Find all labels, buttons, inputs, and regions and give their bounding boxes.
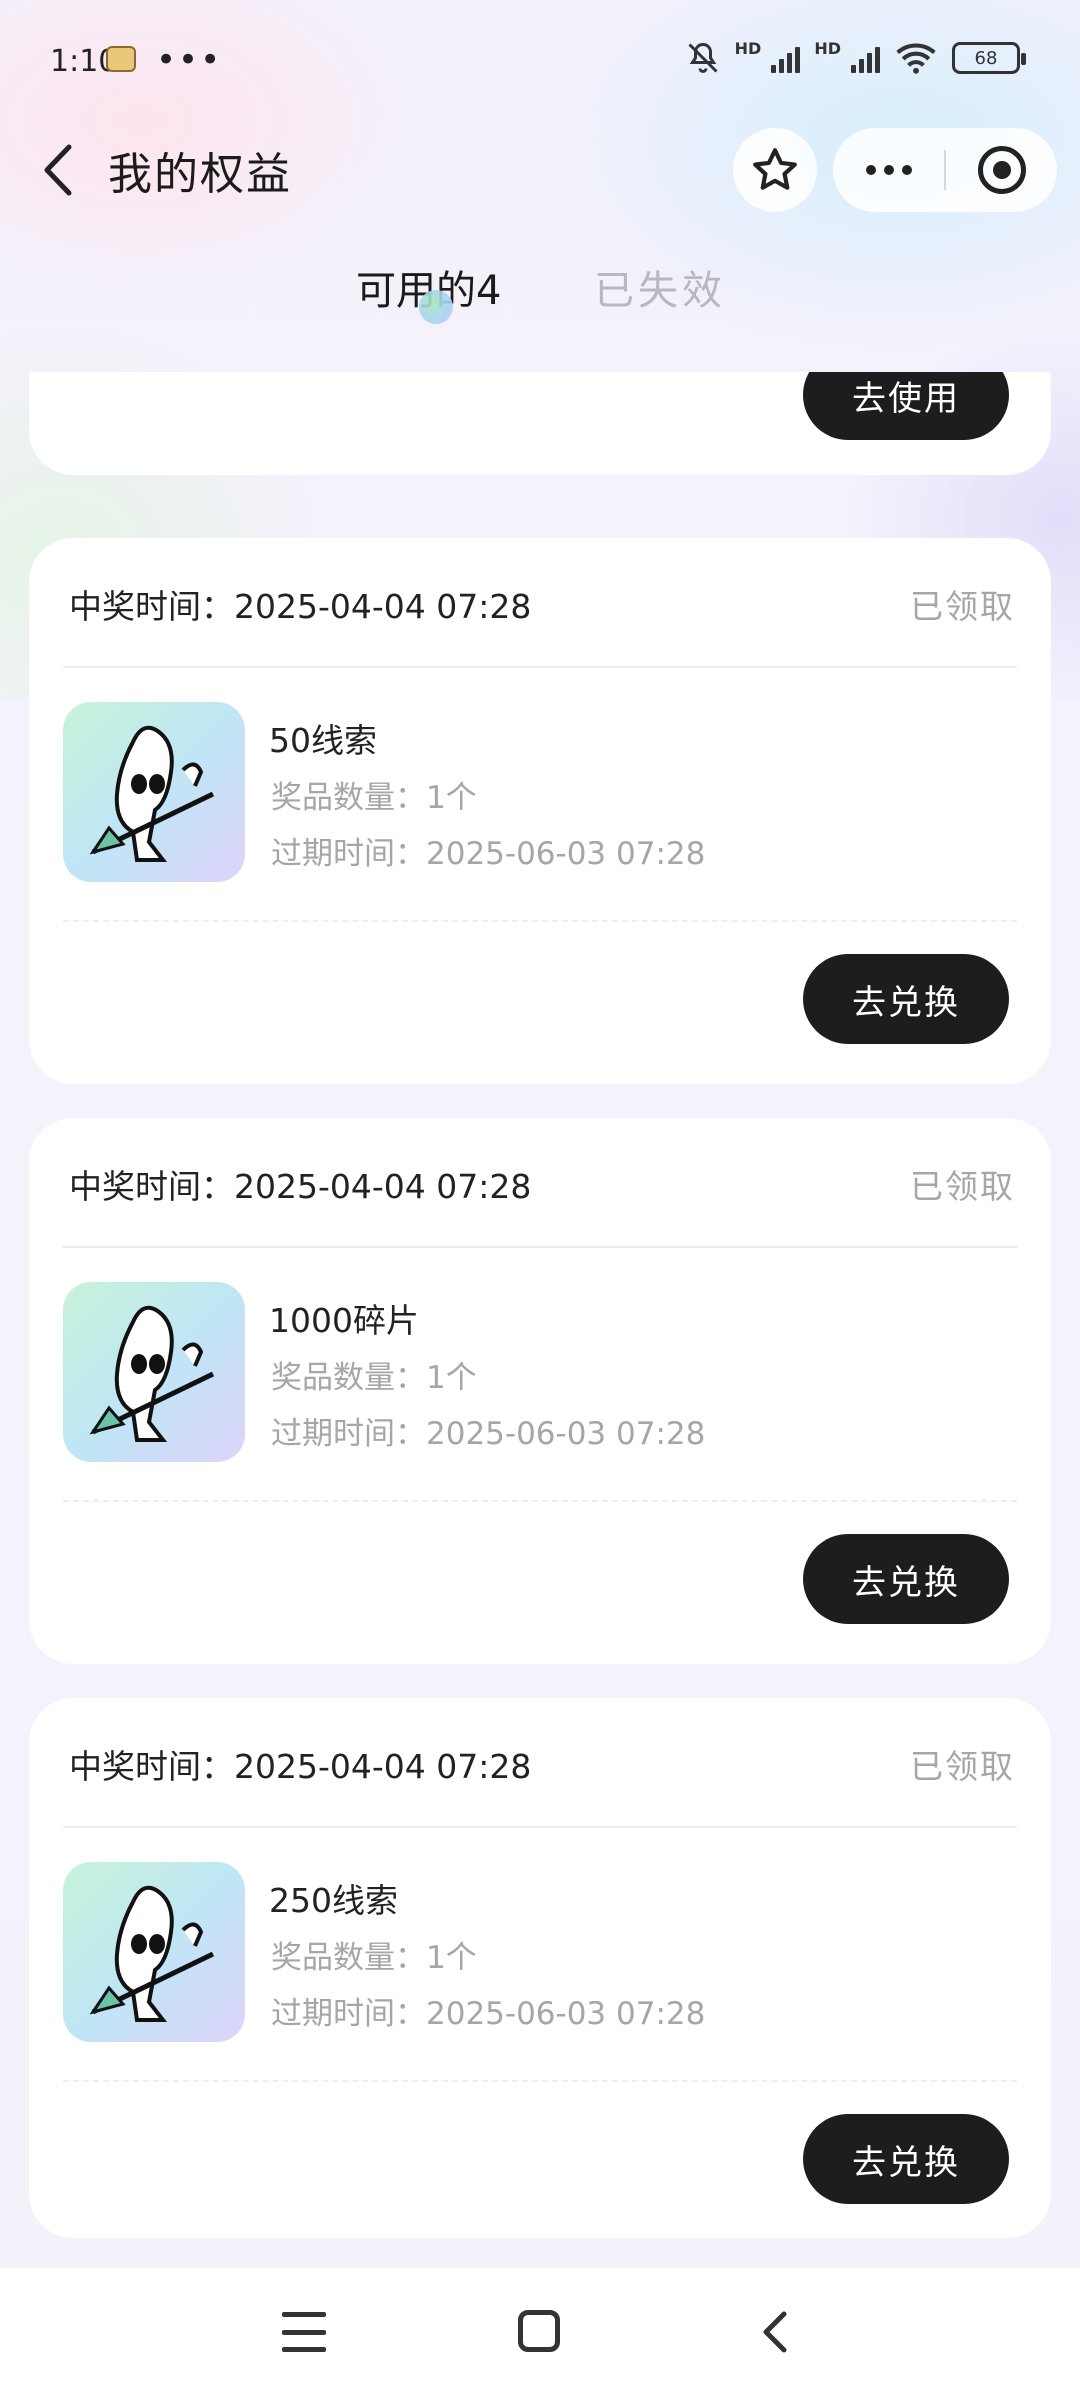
notification-app-icon	[106, 46, 136, 72]
status-more-dots: •••	[156, 40, 223, 80]
prize-expiry: 过期时间：2025-06-03 07:28	[271, 1416, 706, 1452]
card-header: 中奖时间：2025-04-04 07:28 已领取	[69, 1732, 1015, 1788]
claim-status: 已领取	[910, 1167, 1015, 1206]
benefits-list[interactable]: 去使用 中奖时间：2025-04-04 07:28 已领取 50线索 奖品数量：…	[0, 372, 1080, 2268]
favorite-button[interactable]	[733, 128, 817, 212]
signal-icon-1	[771, 43, 801, 73]
tab-active-indicator	[419, 290, 453, 324]
win-time: 中奖时间：2025-04-04 07:28	[69, 1167, 532, 1206]
prize-expiry: 过期时间：2025-06-03 07:28	[271, 836, 706, 872]
system-nav-bar	[0, 2268, 1080, 2400]
target-close-icon	[977, 146, 1026, 194]
chevron-left-icon	[44, 144, 72, 196]
prize-name: 50线索	[269, 721, 377, 760]
benefit-card: 中奖时间：2025-04-04 07:28 已领取 1000碎片 奖品数量：1个…	[29, 1118, 1051, 1664]
prize-image	[63, 1862, 245, 2042]
guitar-mascot-icon	[63, 702, 245, 882]
star-icon	[753, 148, 797, 190]
benefit-card: 中奖时间：2025-04-04 07:28 已领取 250线索 奖品数量：1个 …	[29, 1698, 1051, 2238]
benefit-card-partial: 去使用	[29, 372, 1051, 475]
status-indicators: HD HD 68	[685, 38, 1026, 76]
card-header: 中奖时间：2025-04-04 07:28 已领取	[69, 572, 1015, 628]
win-time: 中奖时间：2025-04-04 07:28	[69, 587, 532, 626]
prize-quantity: 奖品数量：1个	[271, 1940, 477, 1976]
tab-bar: 可用的4 已失效	[0, 250, 1080, 330]
prize-quantity: 奖品数量：1个	[271, 780, 477, 816]
prize-name: 250线索	[269, 1881, 398, 1920]
divider	[63, 1246, 1017, 1248]
more-dots-icon	[865, 165, 876, 175]
prize-quantity: 奖品数量：1个	[271, 1360, 477, 1396]
home-square-icon[interactable]	[518, 2310, 560, 2352]
tab-expired[interactable]: 已失效	[594, 258, 726, 316]
dashed-divider	[63, 1500, 1017, 1502]
close-button[interactable]	[946, 128, 1057, 212]
card-header: 中奖时间：2025-04-04 07:28 已领取	[69, 1152, 1015, 1208]
back-button[interactable]	[28, 140, 88, 200]
benefit-card: 中奖时间：2025-04-04 07:28 已领取 50线索 奖品数量：1个 过…	[29, 538, 1051, 1084]
mute-bell-icon	[688, 42, 718, 73]
back-chevron-icon[interactable]	[752, 2308, 800, 2356]
redeem-button[interactable]: 去兑换	[803, 2114, 1009, 2204]
prize-name: 1000碎片	[269, 1301, 419, 1340]
redeem-button[interactable]: 去兑换	[803, 954, 1009, 1044]
dashed-divider	[63, 920, 1017, 922]
mini-program-capsule	[833, 128, 1057, 212]
win-time: 中奖时间：2025-04-04 07:28	[69, 1747, 532, 1786]
use-button[interactable]: 去使用	[803, 372, 1009, 440]
redeem-button[interactable]: 去兑换	[803, 1534, 1009, 1624]
signal-icon-2	[851, 43, 880, 73]
guitar-mascot-icon	[63, 1862, 245, 2042]
prize-image	[63, 1282, 245, 1462]
header: 我的权益	[0, 120, 1080, 220]
prize-expiry: 过期时间：2025-06-03 07:28	[271, 1996, 706, 2032]
prize-image	[63, 702, 245, 882]
battery-level: 68	[974, 47, 998, 69]
hd-badge-1: HD	[734, 38, 762, 58]
battery-icon: 68	[952, 42, 1026, 74]
guitar-mascot-icon	[63, 1282, 245, 1462]
status-bar: 1:10 ••• HD HD 68	[0, 0, 1080, 120]
wifi-icon	[896, 43, 936, 74]
claim-status: 已领取	[910, 587, 1015, 626]
hd-badge-2: HD	[814, 38, 841, 58]
divider	[63, 1826, 1017, 1828]
dashed-divider	[63, 2080, 1017, 2082]
claim-status: 已领取	[910, 1747, 1015, 1786]
more-button[interactable]	[833, 128, 944, 212]
menu-icon[interactable]	[282, 2312, 326, 2352]
divider	[63, 666, 1017, 668]
page-title: 我的权益	[108, 149, 292, 200]
